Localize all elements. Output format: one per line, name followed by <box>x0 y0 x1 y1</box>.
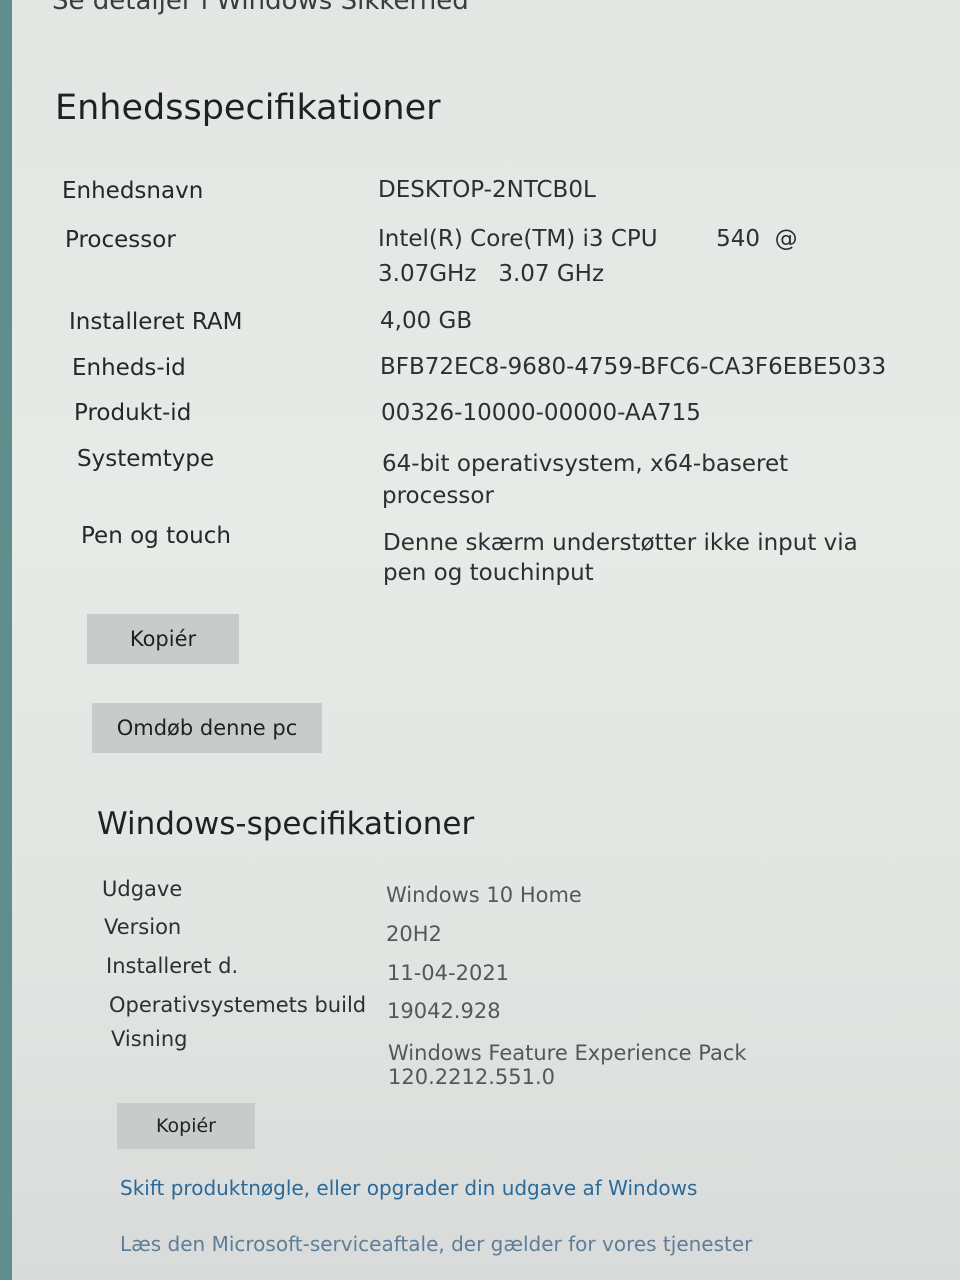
spec-value-product-id: 00326-10000-00000-AA715 <box>381 400 701 426</box>
win-value-version: 20H2 <box>386 922 442 946</box>
about-settings-page: Se detaljer i Windows Sikkerhed Enhedssp… <box>12 0 960 1280</box>
spec-value-device-name: DESKTOP-2NTCB0L <box>378 177 596 203</box>
spec-label-device-name: Enhedsnavn <box>62 178 204 204</box>
win-value-experience-line2: 120.2212.551.0 <box>388 1065 555 1089</box>
spec-label-ram: Installeret RAM <box>69 309 243 335</box>
service-agreement-link[interactable]: Læs den Microsoft-serviceaftale, der gæl… <box>120 1232 752 1256</box>
spec-value-system-type-line2: processor <box>382 483 494 509</box>
spec-value-device-id: BFB72EC8-9680-4759-BFC6-CA3F6EBE5033 <box>380 354 887 380</box>
spec-label-device-id: Enheds-id <box>72 355 186 381</box>
win-label-edition: Udgave <box>102 877 183 901</box>
change-product-key-link[interactable]: Skift produktnøgle, eller opgrader din u… <box>120 1176 697 1200</box>
spec-value-pen-touch-line1: Denne skærm understøtter ikke input via <box>383 530 858 556</box>
win-value-os-build: 19042.928 <box>387 999 501 1023</box>
device-specs-heading: Enhedsspecifikationer <box>55 88 441 128</box>
spec-label-product-id: Produkt-id <box>74 400 192 426</box>
spec-value-processor-line2: 3.07GHz 3.07 GHz <box>378 261 605 287</box>
spec-value-system-type-line1: 64-bit operativsystem, x64-baseret <box>382 451 789 477</box>
spec-value-pen-touch-line2: pen og touchinput <box>383 560 594 586</box>
copy-device-specs-button[interactable]: Kopiér <box>87 614 239 664</box>
spec-label-system-type: Systemtype <box>77 446 215 472</box>
spec-label-pen-touch: Pen og touch <box>81 523 231 549</box>
win-label-os-build: Operativsystemets build <box>109 993 367 1017</box>
windows-specs-heading: Windows-specifikationer <box>97 806 475 842</box>
spec-value-processor-line1: Intel(R) Core(TM) i3 CPU 540 @ <box>378 226 798 252</box>
win-value-installed-date: 11-04-2021 <box>387 961 510 985</box>
spec-value-ram: 4,00 GB <box>380 308 473 334</box>
win-label-experience: Visning <box>111 1027 188 1051</box>
rename-pc-button[interactable]: Omdøb denne pc <box>92 703 322 753</box>
win-label-version: Version <box>104 915 182 939</box>
win-value-edition: Windows 10 Home <box>386 883 582 907</box>
win-value-experience-line1: Windows Feature Experience Pack <box>388 1041 747 1065</box>
spec-label-processor: Processor <box>65 227 176 253</box>
win-label-installed-date: Installeret d. <box>106 954 239 978</box>
top-partial-link[interactable]: Se detaljer i Windows Sikkerhed <box>52 0 469 16</box>
copy-windows-specs-button[interactable]: Kopiér <box>117 1103 255 1149</box>
